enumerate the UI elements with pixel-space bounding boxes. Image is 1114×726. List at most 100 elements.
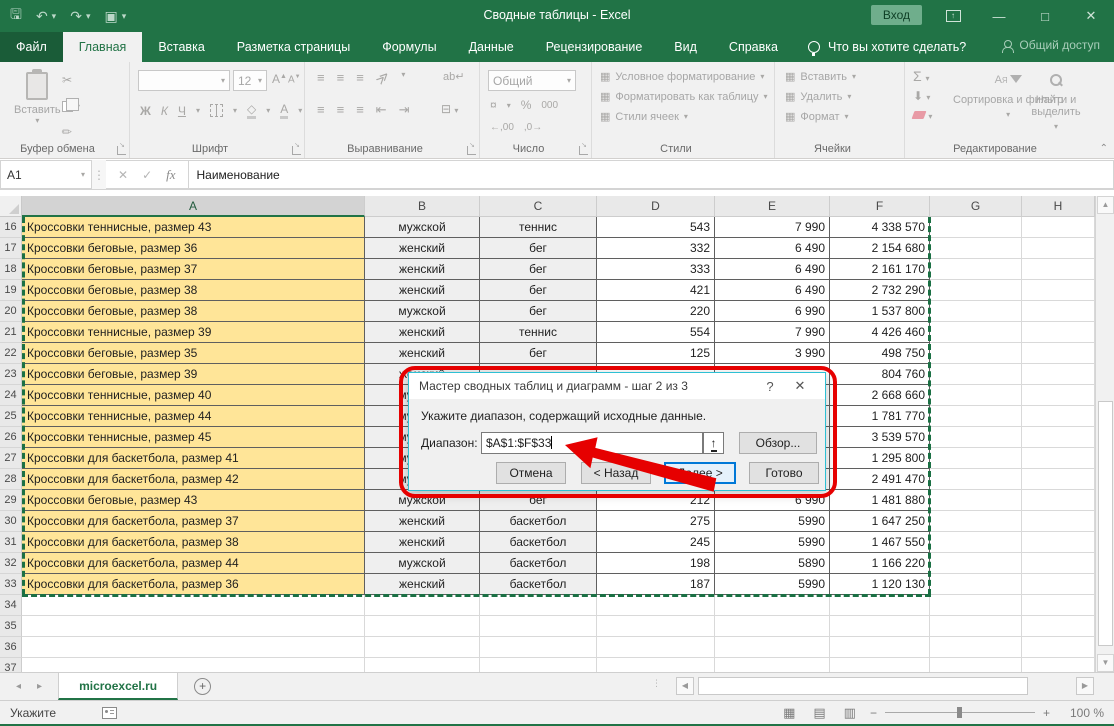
ribbon-menu-item[interactable]: ▦Условное форматирование▾ [600,70,768,83]
dialog-help-icon[interactable]: ? [755,379,785,394]
cell[interactable] [930,616,1022,637]
cell[interactable] [930,385,1022,406]
cell[interactable] [1022,658,1095,672]
cell[interactable]: Кроссовки беговые, размер 36 [22,238,365,259]
cell[interactable] [930,532,1022,553]
cell[interactable] [1022,364,1095,385]
cell[interactable] [1022,322,1095,343]
column-header[interactable]: F [830,196,930,217]
underline-button[interactable]: Ч [178,104,186,118]
cell[interactable] [830,658,930,672]
fill-button[interactable]: ⬇ ▾ [913,89,932,103]
zoom-in-icon[interactable]: + [1043,706,1050,720]
cell[interactable] [365,595,480,616]
cell[interactable]: бег [480,280,597,301]
cell[interactable] [480,637,597,658]
cell[interactable]: 198 [597,553,715,574]
find-select-button[interactable]: Найти и выделить▾ [1027,74,1085,132]
vertical-scroll-thumb[interactable] [1098,401,1113,646]
number-dialog-launcher[interactable] [579,146,588,155]
ribbon-menu-item[interactable]: ▦Формат▾ [785,110,856,123]
ribbon-menu-item[interactable]: ▦Вставить▾ [785,70,856,83]
column-header[interactable]: E [715,196,830,217]
cell[interactable] [1022,301,1095,322]
cell[interactable] [930,238,1022,259]
cell[interactable]: 2 732 290 [830,280,930,301]
cell[interactable] [22,658,365,672]
shrink-font-button[interactable]: А▼ [288,74,301,85]
row-header[interactable]: 27 [0,448,22,469]
cell[interactable]: 6 990 [715,490,830,511]
cell[interactable] [930,511,1022,532]
vertical-scrollbar[interactable]: ▲ ▼ [1095,196,1114,672]
font-dialog-launcher[interactable] [292,146,301,155]
cell[interactable]: Кроссовки беговые, размер 38 [22,301,365,322]
cell[interactable]: 421 [597,280,715,301]
zoom-thumb[interactable] [957,707,962,718]
cell[interactable]: теннис [480,217,597,238]
cell[interactable]: 1 481 880 [830,490,930,511]
cell[interactable]: 2 491 470 [830,469,930,490]
cell[interactable]: 554 [597,322,715,343]
column-header[interactable]: D [597,196,715,217]
cell[interactable] [480,595,597,616]
row-header[interactable]: 31 [0,532,22,553]
insert-function-icon[interactable]: fx [166,167,175,183]
cell[interactable] [1022,217,1095,238]
cell[interactable]: 5990 [715,511,830,532]
cell[interactable] [930,658,1022,672]
cell[interactable]: 4 338 570 [830,217,930,238]
ribbon-tab[interactable]: Разметка страницы [221,32,366,62]
increase-indent-icon[interactable]: ⇥ [399,102,410,118]
cell[interactable] [22,595,365,616]
fill-color-icon[interactable]: ◇ [247,102,256,119]
collapse-ribbon-icon[interactable]: ⌃ [1100,143,1108,154]
row-header[interactable]: 35 [0,616,22,637]
font-size-combo[interactable]: 12▾ [233,70,267,91]
cell[interactable] [930,637,1022,658]
cell[interactable] [480,658,597,672]
cell[interactable]: 3 990 [715,343,830,364]
cell[interactable]: 1 467 550 [830,532,930,553]
ribbon-tab[interactable]: Формулы [366,32,452,62]
sheet-nav-right-icon[interactable]: ▸ [37,681,42,692]
align-center-icon[interactable]: ≡ [337,102,345,118]
scroll-down-icon[interactable]: ▼ [1097,654,1114,672]
cell[interactable]: Кроссовки для баскетбола, размер 38 [22,532,365,553]
increase-decimal-icon[interactable]: ←,00 [490,122,514,133]
row-header[interactable]: 23 [0,364,22,385]
row-header[interactable]: 33 [0,574,22,595]
cell[interactable]: 5890 [715,553,830,574]
cell[interactable]: бег [480,343,597,364]
cell[interactable]: Кроссовки теннисные, размер 40 [22,385,365,406]
next-button[interactable]: Далее > [664,462,736,484]
cell[interactable]: Кроссовки теннисные, размер 44 [22,406,365,427]
cell[interactable]: Кроссовки беговые, размер 43 [22,490,365,511]
cell[interactable]: женский [365,280,480,301]
orientation-icon[interactable]: ≫ [372,68,393,89]
scroll-up-icon[interactable]: ▲ [1097,196,1114,214]
cell[interactable]: 5990 [715,574,830,595]
cell[interactable]: баскетбол [480,532,597,553]
italic-button[interactable]: К [161,104,168,118]
cell[interactable] [1022,511,1095,532]
cell[interactable]: 275 [597,511,715,532]
cell[interactable]: женский [365,511,480,532]
cell[interactable]: 6 490 [715,280,830,301]
row-header[interactable]: 16 [0,217,22,238]
align-right-icon[interactable]: ≡ [356,102,364,118]
collapse-range-button[interactable]: ↑ [703,432,724,454]
cell[interactable]: женский [365,574,480,595]
cell[interactable] [930,280,1022,301]
cell[interactable]: Кроссовки для баскетбола, размер 41 [22,448,365,469]
cell[interactable]: 498 750 [830,343,930,364]
cell[interactable]: женский [365,238,480,259]
cell[interactable] [930,322,1022,343]
cell[interactable]: 1 295 800 [830,448,930,469]
column-header[interactable]: C [480,196,597,217]
row-header[interactable]: 25 [0,406,22,427]
cell[interactable]: баскетбол [480,574,597,595]
share-button[interactable]: Общий доступ [1002,38,1100,52]
copy-button[interactable]: ▾ [62,96,80,116]
cell[interactable]: баскетбол [480,511,597,532]
